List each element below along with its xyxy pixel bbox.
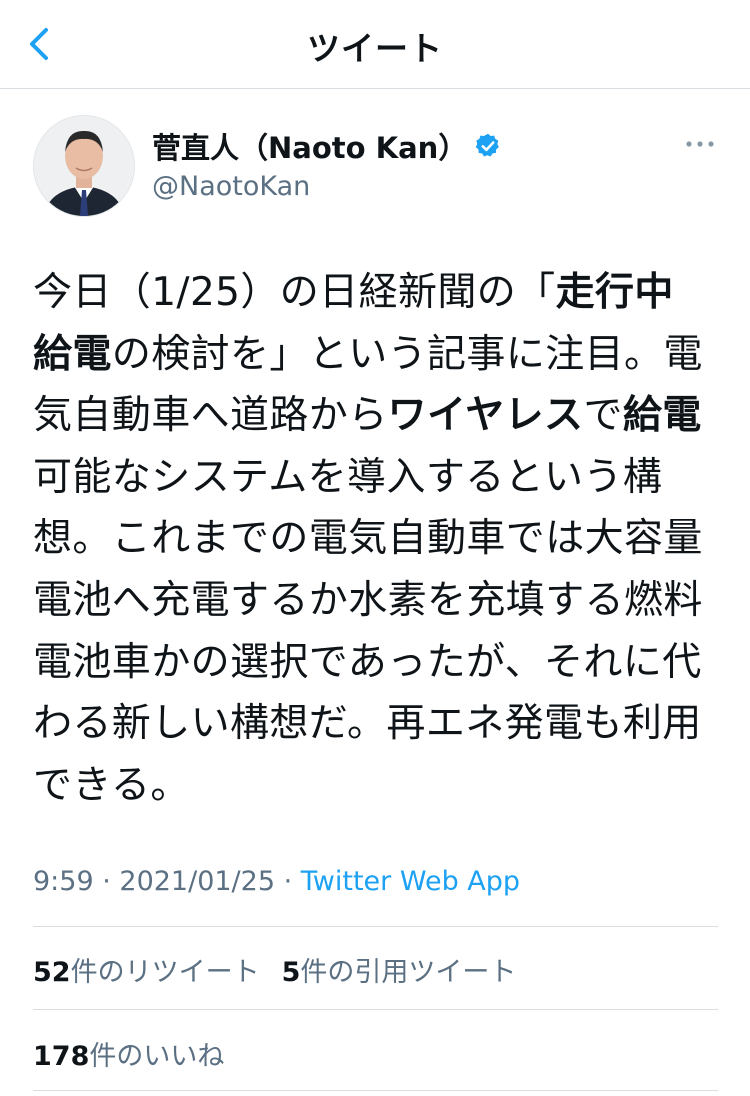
divider [33,926,718,927]
quotes-count: 5 [281,957,301,988]
tweet-source-link[interactable]: Twitter Web App [301,866,520,897]
avatar[interactable] [33,115,135,217]
meta-separator: · [93,866,120,897]
likes-stat[interactable]: 178件のいいね [33,1041,224,1072]
tweet-text-bold-segment: 給電 [622,393,702,439]
top-nav-bar: ツイート [0,0,750,89]
tweet-text-segment: 今日（1/25）の日経新聞の「 [33,270,556,315]
retweets-stat[interactable]: 52件のリツイート [33,957,260,988]
tweet-text: 今日（1/25）の日経新聞の「走行中給電の検討を」という記事に注目。電気自動車へ… [33,262,713,816]
tweet-text-segment: で [583,393,623,439]
avatar-image [34,116,134,216]
more-horizontal-icon[interactable] [684,132,716,156]
tweet-time: 9:59 [33,866,94,897]
tweet-meta: 9:59 · 2021/01/25 · Twitter Web App [33,866,520,897]
author-handle[interactable]: @NaotoKan [152,171,502,202]
divider [33,1009,718,1010]
tweet-text-segment: 可能なシステムを導入するという構想。これまでの電気自動車では大容量電池へ充電する… [33,454,703,808]
divider [33,1090,718,1091]
author-block[interactable]: 菅直人（Naoto Kan） @NaotoKan [152,127,502,202]
likes-label: 件のいいね [89,1041,225,1072]
quotes-label: 件の引用ツイート [300,957,517,988]
meta-separator: · [275,866,301,897]
tweet-date: 2021/01/25 [119,866,276,897]
quotes-stat[interactable]: 5件の引用ツイート [282,957,517,988]
engagement-stats-row: 52件のリツイート 5件の引用ツイート [33,950,516,989]
retweets-label: 件のリツイート [70,957,260,988]
author-display-name[interactable]: 菅直人（Naoto Kan） [152,125,467,167]
likes-stats-row: 178件のいいね [33,1034,224,1073]
retweets-count: 52 [33,957,71,988]
verified-badge-icon [476,133,500,157]
likes-count: 178 [33,1041,90,1072]
page-title: ツイート [307,29,443,68]
tweet-text-bold-segment: ワイヤレス [387,393,584,439]
